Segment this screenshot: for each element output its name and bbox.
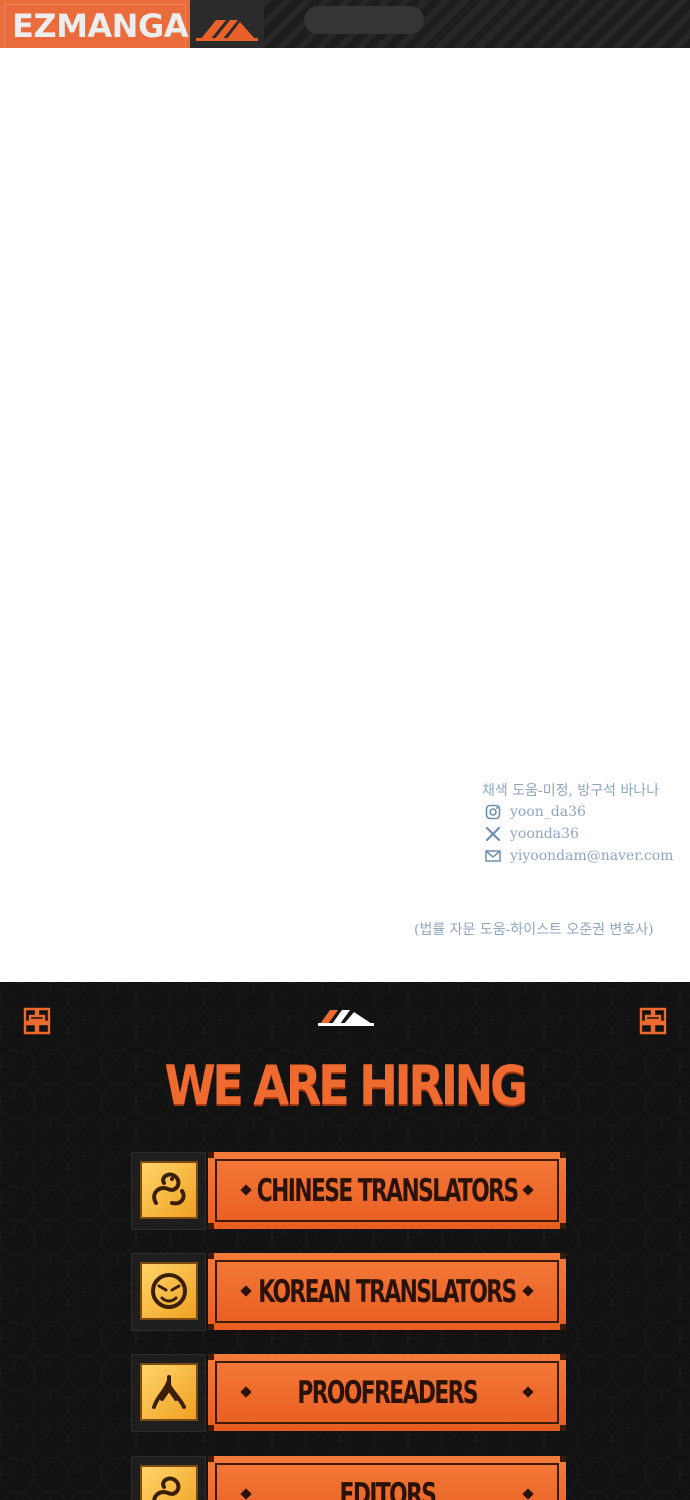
x-row[interactable]: yoonda36 bbox=[484, 825, 579, 843]
instagram-row[interactable]: yoon_da36 bbox=[484, 803, 586, 821]
hiring-title: WE ARE HIRING bbox=[164, 1054, 528, 1117]
role-label: CHINESE TRANSLATORS bbox=[256, 1172, 519, 1209]
email-address: yiyoondam@naver.com bbox=[510, 848, 674, 864]
coloring-credit: 채색 도움-미정, 방구석 바나나 bbox=[482, 783, 660, 799]
brand-name: EZMANGA bbox=[12, 7, 188, 45]
role-card-proofreaders[interactable]: PROOFREADERS bbox=[131, 1354, 567, 1434]
header-divider bbox=[0, 48, 690, 50]
role-label: PROOFREADERS bbox=[297, 1374, 478, 1411]
corner-ornament-icon bbox=[639, 1007, 667, 1035]
role-label: KOREAN TRANSLATORS bbox=[258, 1273, 517, 1310]
role-icon-frame bbox=[131, 1354, 206, 1432]
x-handle: yoonda36 bbox=[510, 826, 579, 842]
tiger-icon bbox=[151, 1273, 187, 1309]
ez-logo-icon[interactable] bbox=[190, 0, 264, 50]
role-card-editors[interactable]: EDITORS bbox=[131, 1456, 567, 1500]
role-plate: PROOFREADERS bbox=[208, 1354, 566, 1431]
role-card-chinese[interactable]: CHINESE TRANSLATORS bbox=[131, 1152, 567, 1232]
header-artwork bbox=[264, 0, 690, 48]
dragon-icon bbox=[152, 1476, 181, 1500]
role-label: EDITORS bbox=[339, 1476, 436, 1500]
mail-icon bbox=[485, 850, 501, 862]
ez-logo-icon bbox=[318, 1010, 374, 1026]
email-row[interactable]: yiyoondam@naver.com bbox=[484, 847, 673, 865]
role-plate: CHINESE TRANSLATORS bbox=[208, 1152, 566, 1229]
instagram-icon bbox=[485, 804, 501, 820]
role-plate: EDITORS bbox=[208, 1456, 566, 1500]
brand-box[interactable]: EZMANGA bbox=[0, 0, 190, 50]
role-icon-frame bbox=[131, 1456, 206, 1500]
legal-credit: (법률 자문 도움-하이스트 오준권 변호사) bbox=[414, 922, 654, 938]
role-plate: KOREAN TRANSLATORS bbox=[208, 1253, 566, 1330]
dragon-icon bbox=[152, 1172, 186, 1206]
role-icon-frame bbox=[131, 1253, 206, 1331]
corner-ornament-icon bbox=[23, 1007, 51, 1035]
instagram-handle: yoon_da36 bbox=[510, 804, 586, 820]
phoenix-icon bbox=[152, 1375, 186, 1409]
x-icon bbox=[485, 826, 501, 842]
role-icon-frame bbox=[131, 1152, 206, 1230]
role-card-korean[interactable]: KOREAN TRANSLATORS bbox=[131, 1253, 567, 1333]
top-header: EZMANGA bbox=[0, 0, 690, 50]
hiring-banner: WE ARE HIRING CHINESE TRANSLATORS KOREAN… bbox=[0, 982, 690, 1500]
